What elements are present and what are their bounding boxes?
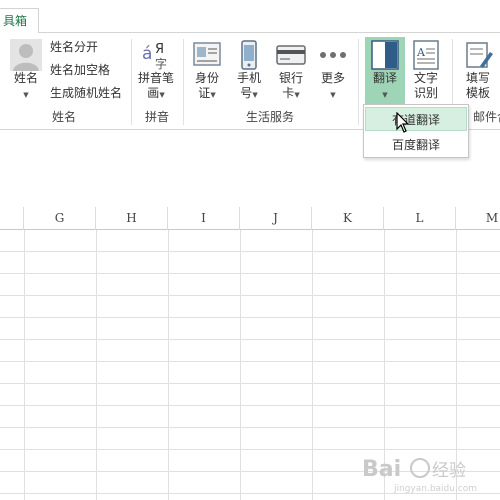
phone-label-line1: 手机 — [236, 71, 261, 85]
fill-template-label-line2: 模板 — [465, 86, 490, 100]
grid-line — [240, 230, 241, 500]
ocr-label-line2: 识别 — [413, 86, 438, 100]
grid-line — [0, 361, 500, 362]
chevron-down-icon: ▼ — [159, 91, 165, 99]
svg-text:A: A — [416, 46, 426, 59]
bank-card-icon — [276, 45, 306, 65]
bank-card-label-line2: 卡 — [282, 86, 295, 100]
bank-card-label-line1: 银行 — [278, 71, 303, 85]
chevron-down-icon: ▼ — [23, 91, 29, 99]
id-card-icon — [193, 42, 221, 66]
menu-item-youdao-translate[interactable]: 有道翻译 — [365, 107, 467, 131]
id-card-label-line1: 身份 — [194, 71, 219, 85]
column-header[interactable]: L — [384, 207, 456, 230]
grid-line — [0, 339, 500, 340]
column-header-row: G H I J K L M — [0, 207, 500, 230]
grid-line — [0, 251, 500, 252]
grid-line — [0, 405, 500, 406]
more-dots-icon — [320, 52, 346, 58]
name-add-space-button[interactable]: 姓名加空格 — [50, 62, 110, 78]
translate-button[interactable]: 翻译 ▼ — [365, 39, 405, 103]
pinyin-icon: á Я 字 — [142, 42, 167, 71]
random-name-button[interactable]: 生成随机姓名 — [50, 85, 122, 101]
grid-line — [96, 230, 97, 500]
pinyin-label-line1: 拼音笔 — [137, 71, 174, 85]
chevron-down-icon: ▼ — [210, 91, 216, 99]
column-header[interactable]: G — [24, 207, 96, 230]
name-button[interactable]: 姓名 ▼ — [8, 39, 44, 103]
excel-window: 具箱 姓名 ▼ 姓名分开 姓名加空格 生成随机姓名 姓名 á Я 字 拼音笔 画… — [0, 0, 500, 500]
translate-label: 翻译 — [372, 71, 397, 85]
grid-line — [0, 317, 500, 318]
mobile-phone-icon — [241, 40, 257, 70]
group-label-name: 姓名 — [52, 110, 77, 124]
name-button-label: 姓名 — [13, 71, 38, 85]
column-header[interactable]: I — [168, 207, 240, 230]
grid-line — [0, 427, 500, 428]
grid-line — [0, 295, 500, 296]
ribbon-tab-bar: 具箱 — [0, 0, 500, 34]
ocr-button[interactable]: A 文字 识别 — [408, 39, 444, 101]
column-header[interactable]: H — [96, 207, 168, 230]
column-header[interactable]: J — [240, 207, 312, 230]
grid-line — [24, 230, 25, 500]
fill-template-label-line1: 填写 — [465, 71, 490, 85]
group-divider — [358, 39, 359, 125]
group-divider — [183, 39, 184, 125]
watermark-logo: Bai 经验 jingyan.baidu.com — [362, 457, 477, 494]
menu-item-baidu-translate[interactable]: 百度翻译 — [365, 133, 467, 157]
phone-label-line2: 号 — [240, 86, 253, 100]
column-header[interactable]: K — [312, 207, 384, 230]
grid-line — [0, 383, 500, 384]
group-label-life-services: 生活服务 — [246, 110, 295, 124]
chevron-down-icon: ▼ — [252, 91, 258, 99]
pinyin-label-line2: 画 — [147, 86, 160, 100]
column-header[interactable]: M — [456, 207, 500, 230]
text-recognition-icon: A — [413, 40, 439, 70]
phone-number-button[interactable]: 手机 号▼ — [233, 39, 265, 103]
svg-text:Bai: Bai — [362, 457, 401, 482]
baidu-jingyan-watermark: Bai 经验 jingyan.baidu.com — [360, 446, 500, 494]
grid-line — [312, 230, 313, 500]
fill-template-icon — [466, 42, 493, 68]
more-label: 更多 — [320, 71, 345, 85]
tab-toolbox[interactable]: 具箱 — [0, 8, 39, 34]
mouse-cursor-icon — [396, 112, 410, 133]
pinyin-stroke-button[interactable]: á Я 字 拼音笔 画▼ — [136, 39, 176, 103]
group-label-pinyin: 拼音 — [145, 110, 170, 124]
translate-icon — [371, 40, 399, 70]
svg-text:á: á — [142, 44, 152, 64]
translate-dropdown-menu: 有道翻译 百度翻译 — [363, 104, 469, 158]
grid-line — [0, 273, 500, 274]
group-divider — [131, 39, 132, 125]
chevron-down-icon: ▼ — [382, 91, 388, 99]
column-header-partial[interactable] — [0, 207, 24, 230]
group-label-mail: 邮件合 — [473, 110, 500, 124]
chevron-down-icon: ▼ — [294, 91, 300, 99]
id-card-button[interactable]: 身份 证▼ — [190, 39, 224, 103]
svg-text:Я: Я — [155, 42, 164, 57]
ocr-label-line1: 文字 — [413, 71, 438, 85]
chevron-down-icon: ▼ — [330, 91, 336, 99]
grid-line — [168, 230, 169, 500]
svg-text:jingyan.baidu.com: jingyan.baidu.com — [393, 484, 477, 494]
svg-text:经验: 经验 — [432, 461, 466, 481]
more-button[interactable]: 更多 ▼ — [315, 39, 351, 103]
person-icon — [10, 39, 42, 71]
id-card-label-line2: 证 — [198, 86, 211, 100]
split-name-button[interactable]: 姓名分开 — [50, 39, 98, 55]
bank-card-button[interactable]: 银行 卡▼ — [273, 39, 309, 103]
svg-text:字: 字 — [155, 56, 167, 71]
fill-template-button[interactable]: 填写 模板 — [458, 39, 498, 101]
